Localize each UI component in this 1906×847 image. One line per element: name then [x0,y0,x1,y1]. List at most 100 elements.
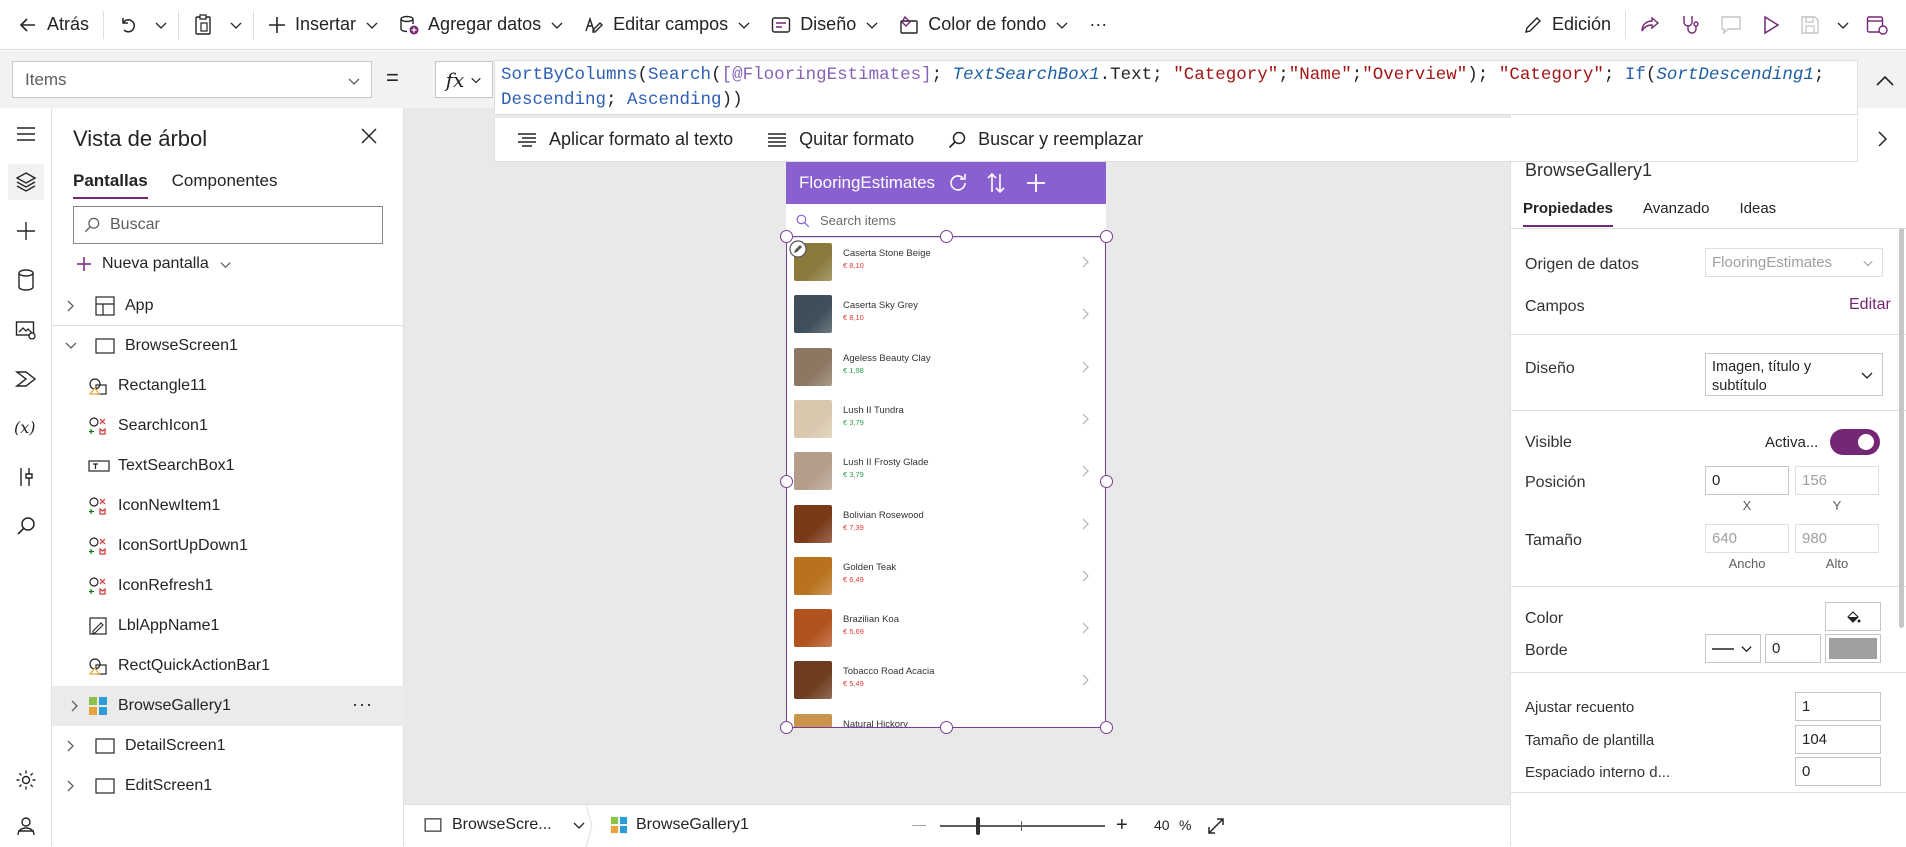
node-more-button[interactable]: ··· [352,694,373,715]
settings-rail-button[interactable] [8,762,44,798]
power-automate-rail-button[interactable] [8,361,44,397]
layout-dropdown[interactable]: Imagen, título y subtítulo [1705,353,1883,396]
data-source-dropdown[interactable]: FlooringEstimates [1705,248,1883,277]
fx-button[interactable]: fx [435,61,493,98]
tab-screens[interactable]: Pantallas [73,171,148,199]
resize-handle[interactable] [1100,721,1113,734]
advanced-tools-rail-button[interactable] [8,459,44,495]
resize-handle[interactable] [1100,230,1113,243]
insert-rail-button[interactable] [8,213,44,249]
tree-node-detailscreen1[interactable]: DetailScreen1 [52,726,404,766]
tree-node-browsegallery1[interactable]: BrowseGallery1 ··· [52,686,404,726]
height-input[interactable]: 980 [1795,524,1879,553]
tree-node-lblappname1[interactable]: LblAppName1 [52,606,404,646]
tree-view-button[interactable] [8,164,44,200]
property-dropdown[interactable]: Items [12,61,372,98]
undo-menu-button[interactable] [148,0,174,50]
undo-button[interactable] [108,0,148,50]
chevron-right-icon[interactable] [1082,465,1090,477]
edit-mode-button[interactable]: Edición [1513,0,1621,50]
tab-components[interactable]: Componentes [172,171,278,199]
gallery-item[interactable]: Bolivian Rosewood € 7,39 [786,498,1106,550]
back-button[interactable]: Atrás [0,0,99,50]
chevron-right-icon[interactable] [1082,674,1090,686]
fit-to-window-icon[interactable] [1206,816,1226,836]
insert-button[interactable]: Insertar [258,0,389,50]
variables-rail-button[interactable]: (𝑥) [8,410,44,446]
zoom-slider[interactable] [940,817,1105,835]
tree-node-textsearchbox1[interactable]: TextSearchBox1 [52,446,404,486]
gallery-item[interactable]: Ageless Beauty Clay € 1,98 [786,341,1106,393]
collapse-formula-button[interactable] [1870,66,1900,96]
zoom-in-button[interactable]: + [1116,814,1128,837]
hamburger-button[interactable] [8,116,44,152]
format-text-button[interactable]: Aplicar formato al texto [517,129,733,150]
sort-icon[interactable] [984,171,1008,195]
chevron-right-icon[interactable] [1082,256,1090,268]
design-button[interactable]: Diseño [761,0,889,50]
tab-properties[interactable]: Propiedades [1523,200,1614,227]
media-rail-button[interactable] [8,312,44,348]
tree-node-rectangle11[interactable]: Rectangle11 [52,366,404,406]
preview-button[interactable] [1752,0,1790,50]
gallery-item[interactable]: Golden Teak € 6,49 [786,550,1106,602]
tree-node-browsescreen1[interactable]: BrowseScreen1 [52,326,404,366]
chevron-right-icon[interactable] [1082,308,1090,320]
border-style-dropdown[interactable] [1705,634,1761,663]
app-checker-button[interactable] [1670,0,1710,50]
refresh-icon[interactable] [946,171,970,195]
zoom-slider-thumb[interactable] [976,817,981,835]
padding-input[interactable]: 0 [1795,757,1881,786]
position-x-input[interactable]: 0 [1705,466,1789,495]
resize-handle[interactable] [940,721,953,734]
position-y-input[interactable]: 156 [1795,466,1879,495]
tree-node-iconrefresh1[interactable]: IconRefresh1 [52,566,404,606]
zoom-out-button[interactable]: — [912,816,926,832]
chevron-right-icon[interactable] [1082,727,1090,728]
remove-format-button[interactable]: Quitar formato [767,129,914,150]
paste-menu-button[interactable] [223,0,249,50]
chevron-right-icon[interactable] [1873,130,1891,148]
chevron-right-icon[interactable] [1082,413,1090,425]
background-color-button[interactable]: Color de fondo [889,0,1079,50]
tree-node-rectquickactionbar1[interactable]: RectQuickActionBar1 [52,646,404,686]
resize-handle[interactable] [1100,475,1113,488]
share-button[interactable] [1630,0,1670,50]
wrap-count-input[interactable]: 1 [1795,692,1881,721]
browse-gallery[interactable]: Caserta Stone Beige € 8,10 Caserta Sky Gre… [786,236,1106,728]
more-button[interactable]: ··· [1079,0,1117,50]
save-button[interactable] [1790,0,1830,50]
chevron-right-icon[interactable] [1082,361,1090,373]
tree-node-searchicon1[interactable]: SearchIcon1 [52,406,404,446]
resize-handle[interactable] [780,721,793,734]
chevron-right-icon[interactable] [1082,622,1090,634]
publish-button[interactable] [1856,0,1906,50]
add-data-button[interactable]: Agregar datos [389,0,574,50]
width-input[interactable]: 640 [1705,524,1789,553]
comments-button[interactable] [1710,0,1752,50]
gallery-item[interactable]: Caserta Stone Beige € 8,10 [786,236,1106,288]
add-icon[interactable] [1024,171,1048,195]
formula-editor[interactable]: SortByColumns(Search([@FlooringEstimates… [494,60,1858,115]
color-picker[interactable] [1825,602,1881,631]
chevron-right-icon[interactable] [1082,570,1090,582]
paste-button[interactable] [183,0,223,50]
template-size-input[interactable]: 104 [1795,725,1881,754]
visible-toggle[interactable] [1830,429,1880,455]
edit-template-icon[interactable] [789,240,807,258]
tree-search-input[interactable]: Buscar [73,206,383,244]
screen-breadcrumb[interactable]: BrowseScre... [424,816,586,834]
tree-node-iconsortupdown1[interactable]: IconSortUpDown1 [52,526,404,566]
chevron-right-icon[interactable] [1082,518,1090,530]
resize-handle[interactable] [940,230,953,243]
control-breadcrumb[interactable]: BrowseGallery1 [610,816,749,834]
gallery-item[interactable]: Caserta Sky Grey € 8,10 [786,288,1106,340]
new-screen-button[interactable]: Nueva pantalla [76,255,232,273]
gallery-item[interactable]: Brazilian Koa € 5,69 [786,602,1106,654]
edit-fields-button[interactable]: Editar campos [574,0,761,50]
tab-ideas[interactable]: Ideas [1739,200,1776,227]
data-rail-button[interactable] [8,262,44,298]
gallery-item[interactable]: Lush II Tundra € 3,79 [786,393,1106,445]
gallery-item[interactable]: Tobacco Road Acacia € 5,49 [786,654,1106,706]
app-preview[interactable]: FlooringEstimates Search items Caserta S… [786,162,1106,728]
